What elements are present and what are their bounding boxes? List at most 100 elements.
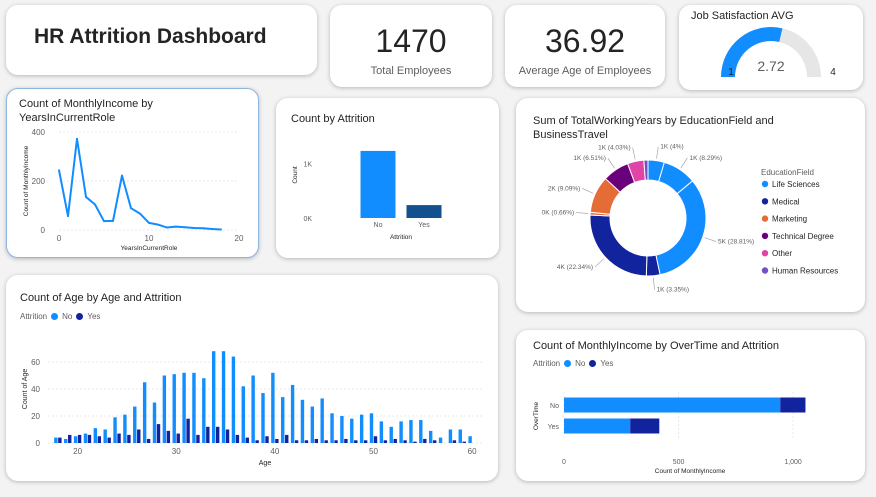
line-point <box>130 207 132 210</box>
donut-leader-line <box>653 277 655 290</box>
age-bar-no <box>73 436 78 443</box>
age-bar-yes <box>403 440 407 443</box>
age-bar-no <box>271 372 275 443</box>
age-bar-yes <box>354 440 358 443</box>
ot-xtick-label: 500 <box>673 459 685 466</box>
age-bar-no <box>93 428 98 443</box>
age-yaxis-title: Count of Age <box>22 369 29 410</box>
age-bar-yes <box>304 440 309 443</box>
donut-legend-dot <box>761 267 769 274</box>
donut-legend-title: EducationField <box>761 168 814 177</box>
age-ytick-label: 40 <box>31 385 40 394</box>
line-series <box>58 137 222 231</box>
ot-ytick-label: No <box>550 403 559 410</box>
age-bar-yes <box>186 418 190 443</box>
age-bar-yes <box>344 438 348 443</box>
line-xaxis-title: YearsInCurrentRole <box>121 245 178 252</box>
donut-data-label: 0K (0.66%) <box>542 210 575 217</box>
ot-xtick-label: 0 <box>562 459 566 466</box>
attr-xtick-label: Yes <box>418 222 430 229</box>
age-bar-yes <box>275 438 279 443</box>
age-bar-no <box>340 416 344 443</box>
age-xaxis-title: Age <box>259 460 272 467</box>
attr-ytick-label: 0K <box>303 216 312 223</box>
line-point <box>175 225 177 228</box>
age-bar-yes <box>166 430 171 443</box>
age-xtick-label: 20 <box>73 447 82 456</box>
total-employees-card[interactable]: 1470 Total Employees <box>330 5 492 87</box>
attr-bar <box>360 150 396 218</box>
attr-ytick-label: 1K <box>303 162 312 169</box>
age-bar-yes <box>107 437 111 443</box>
income-by-years-card[interactable]: Count of MonthlyIncome by YearsInCurrent… <box>6 88 259 258</box>
age-bar-no <box>310 406 315 443</box>
age-bar-yes <box>314 438 319 443</box>
donut-data-label: 1K (8.29%) <box>690 155 723 162</box>
age-bar-yes <box>196 434 200 443</box>
age-by-attrition-card[interactable]: Count of Age by Age and Attrition Attrit… <box>6 275 498 481</box>
donut-data-label: 1K (3.35%) <box>656 287 689 294</box>
donut-legend-dot <box>761 180 769 188</box>
job-satisfaction-card[interactable]: Job Satisfaction AVG 2.72 1 4 <box>679 5 863 90</box>
donut-slice <box>589 214 648 277</box>
line-chart: 0 200 400 0 10 20 YearsInCurrentRole Count of M… <box>23 128 244 252</box>
line-point <box>139 212 141 215</box>
attr-xaxis-title: Attrition <box>390 234 412 241</box>
donut-legend-item: Life Sciences <box>772 180 820 189</box>
age-bar-yes <box>235 434 240 443</box>
ot-bar-yes <box>780 397 806 413</box>
line-point <box>76 137 78 140</box>
donut-legend-item: Medical <box>772 197 800 206</box>
age-bar-yes <box>127 434 131 443</box>
donut-slice <box>655 180 707 276</box>
attr-xtick-label: No <box>374 222 383 229</box>
age-bar-no <box>290 384 295 443</box>
age-ytick-label: 60 <box>31 358 40 367</box>
age-bar-no <box>281 397 285 443</box>
age-bar-yes <box>334 440 338 443</box>
age-ytick-label: 0 <box>36 439 41 448</box>
donut-leader-line <box>576 212 589 214</box>
gauge-chart: 2.72 1 4 <box>721 26 836 78</box>
age-bar-no <box>142 382 147 443</box>
ot-xaxis-title: Count of MonthlyIncome <box>655 468 726 475</box>
avg-age-card[interactable]: 36.92 Average Age of Employees <box>505 5 665 87</box>
donut-legend-dot <box>761 215 769 222</box>
donut-data-label: 4K (22.34%) <box>557 264 593 271</box>
line-point <box>157 223 159 226</box>
age-bar-no <box>330 413 334 443</box>
age-bar-yes <box>294 440 299 443</box>
age-bar-no <box>419 420 423 443</box>
age-bar-no <box>369 413 374 443</box>
age-bar-no <box>350 418 354 443</box>
age-bar-no <box>241 386 245 443</box>
age-xtick-label: 50 <box>369 447 378 456</box>
age-bar-no <box>162 375 167 443</box>
age-bar-no <box>320 398 324 443</box>
age-bar-no <box>389 426 393 443</box>
age-bar-yes <box>324 440 328 443</box>
age-bar-no <box>468 436 472 443</box>
donut-leader-line <box>582 188 594 194</box>
age-bar-no <box>409 420 413 443</box>
working-years-card[interactable]: Sum of TotalWorkingYears by EducationFie… <box>516 98 865 312</box>
age-bar-yes <box>423 438 427 443</box>
total-employees-value: 1470 <box>375 23 447 59</box>
age-bar-no <box>152 402 157 443</box>
donut-data-label: 5K (28.81%) <box>718 239 754 246</box>
line-xtick-label: 20 <box>235 234 244 243</box>
age-bar-no <box>379 421 384 443</box>
line-yaxis-title: Count of MonthlyIncome <box>23 145 30 216</box>
line-point <box>121 174 123 177</box>
ot-ytick-label: Yes <box>548 424 560 431</box>
age-bar-yes <box>452 440 457 443</box>
age-bar-yes <box>68 434 72 443</box>
ot-bar-no <box>564 397 781 413</box>
income-by-overtime-card[interactable]: Count of MonthlyIncome by OverTime and A… <box>516 330 865 481</box>
ot-bar-yes <box>630 418 660 434</box>
count-by-attrition-card[interactable]: Count by Attrition 0K 1K No Yes Attrition Cou… <box>276 98 499 258</box>
age-xtick-label: 40 <box>270 447 279 456</box>
line-point <box>166 226 168 229</box>
age-bar-no <box>458 429 462 443</box>
ot-yaxis-title: OverTime <box>533 401 540 430</box>
